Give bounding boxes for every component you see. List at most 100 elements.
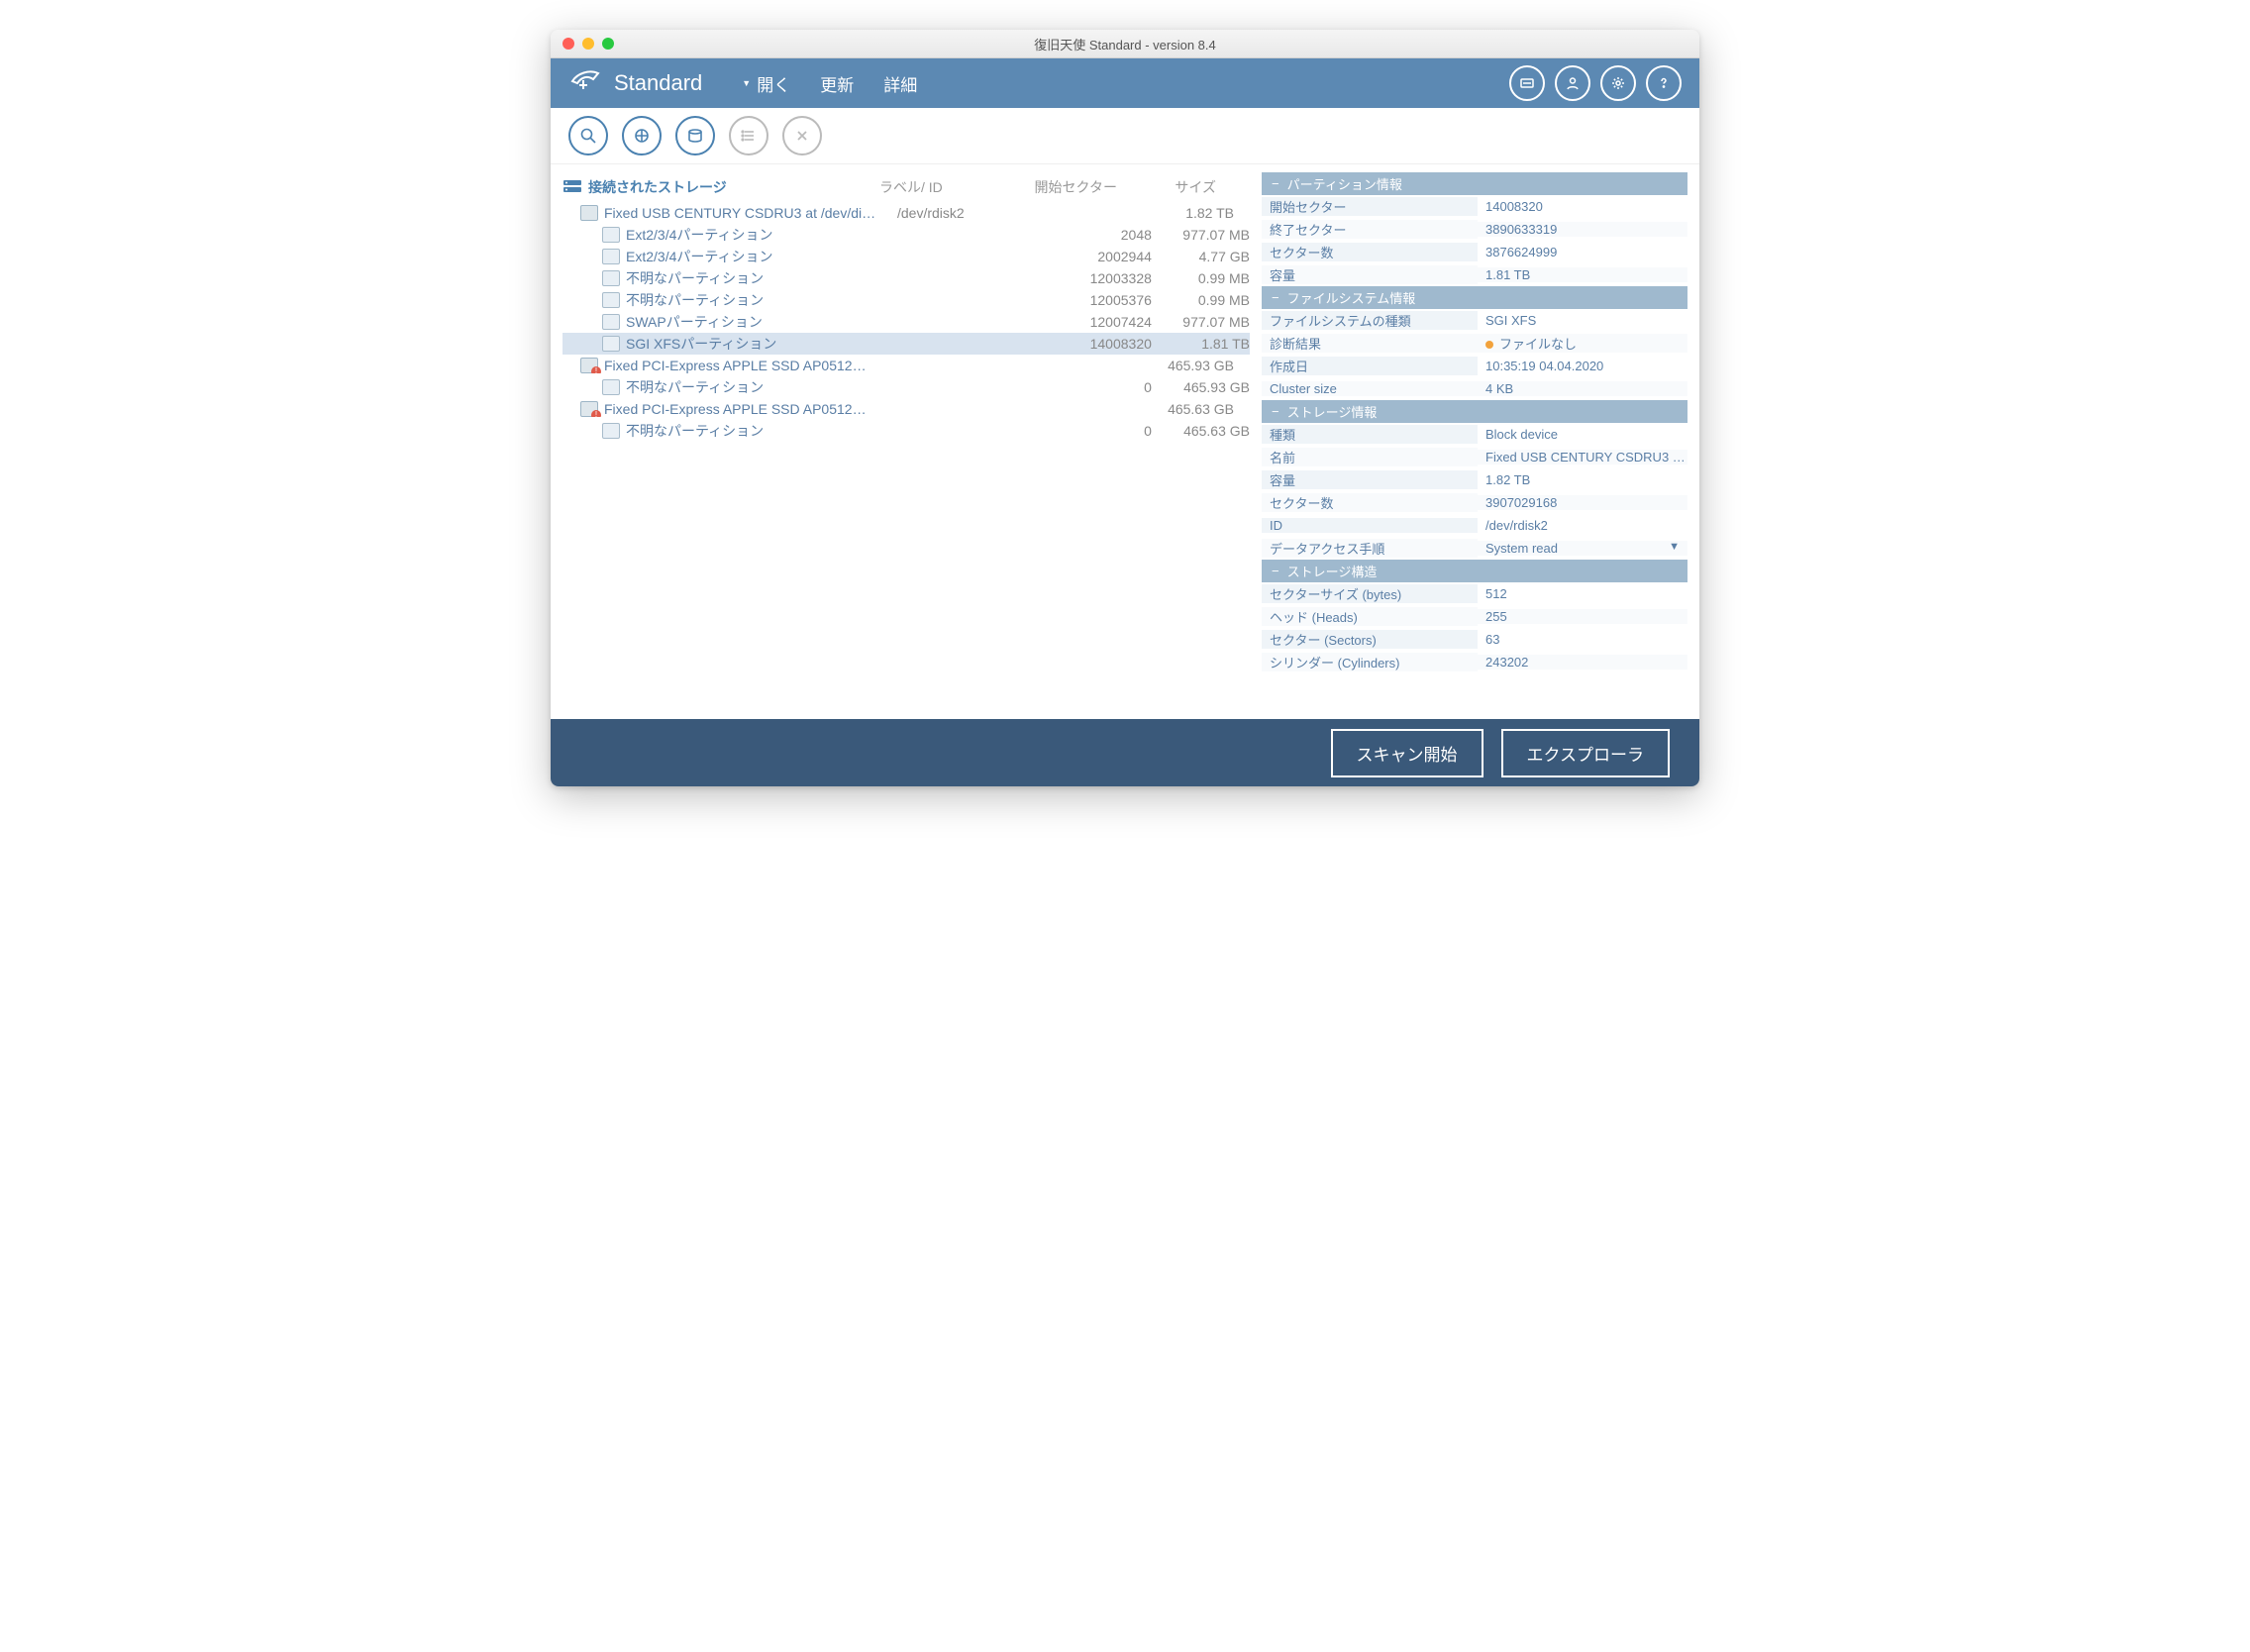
menu-detail-label: 詳細 bbox=[883, 71, 917, 96]
info-section-header[interactable]: −パーティション情報 bbox=[1262, 172, 1688, 195]
maximize-window-button[interactable] bbox=[602, 38, 614, 50]
partition-icon bbox=[602, 292, 620, 308]
row-size: 465.63 GB bbox=[1135, 401, 1234, 417]
partition-row[interactable]: SGI XFSパーティション140083201.81 TB bbox=[562, 333, 1250, 355]
help-button[interactable] bbox=[1646, 65, 1682, 101]
explorer-button[interactable]: エクスプローラ bbox=[1501, 729, 1671, 777]
traffic-lights bbox=[562, 38, 614, 50]
dropdown-icon: ▼ bbox=[742, 78, 751, 88]
disk-row[interactable]: Fixed USB CENTURY CSDRU3 at /dev/di… /dev… bbox=[562, 202, 1250, 224]
info-value: Block device bbox=[1478, 427, 1688, 442]
partition-icon bbox=[602, 379, 620, 395]
partition-icon bbox=[602, 227, 620, 243]
info-section-header[interactable]: −ストレージ構造 bbox=[1262, 560, 1688, 582]
list-tool-button[interactable] bbox=[729, 116, 768, 155]
row-size: 1.81 TB bbox=[1152, 336, 1250, 352]
row-start-sector: 2048 bbox=[1034, 227, 1152, 243]
menu-detail[interactable]: 詳細 bbox=[883, 71, 917, 96]
menu-open-label: 開く bbox=[757, 71, 790, 96]
info-value: 1.81 TB bbox=[1478, 267, 1688, 282]
partition-row[interactable]: 不明なパーティション120033280.99 MB bbox=[562, 267, 1250, 289]
storage-list: 接続されたストレージ ラベル/ ID 開始セクター サイズ Fixed USB … bbox=[551, 164, 1262, 719]
partition-row[interactable]: 不明なパーティション0465.93 GB bbox=[562, 376, 1250, 398]
row-label: /dev/rdisk2 bbox=[897, 205, 1016, 221]
disk-icon bbox=[580, 205, 598, 221]
row-name: Fixed PCI-Express APPLE SSD AP0512… bbox=[604, 358, 867, 373]
settings-button[interactable] bbox=[1600, 65, 1636, 101]
partition-row[interactable]: 不明なパーティション0465.63 GB bbox=[562, 420, 1250, 442]
row-name: SWAPパーティション bbox=[626, 312, 763, 332]
info-value: 512 bbox=[1478, 586, 1688, 601]
info-key: 診断結果 bbox=[1262, 334, 1478, 353]
close-window-button[interactable] bbox=[562, 38, 574, 50]
info-value: 14008320 bbox=[1478, 199, 1688, 214]
user-button[interactable] bbox=[1555, 65, 1590, 101]
row-size: 465.93 GB bbox=[1135, 358, 1234, 373]
info-value: 4 KB bbox=[1478, 381, 1688, 396]
info-key: セクターサイズ (bytes) bbox=[1262, 584, 1478, 603]
raid-tool-button[interactable] bbox=[622, 116, 662, 155]
close-tool-button[interactable] bbox=[782, 116, 822, 155]
row-size: 977.07 MB bbox=[1152, 314, 1250, 330]
info-row: 開始セクター14008320 bbox=[1262, 195, 1688, 218]
info-row: セクター数3907029168 bbox=[1262, 491, 1688, 514]
info-row: 作成日10:35:19 04.04.2020 bbox=[1262, 355, 1688, 377]
info-value: 1.82 TB bbox=[1478, 472, 1688, 487]
info-row: 名前Fixed USB CENTURY CSDRU3 at /dev/ bbox=[1262, 446, 1688, 468]
row-size: 4.77 GB bbox=[1152, 249, 1250, 264]
info-key: ID bbox=[1262, 518, 1478, 533]
info-row: セクターサイズ (bytes)512 bbox=[1262, 582, 1688, 605]
row-name: Fixed USB CENTURY CSDRU3 at /dev/di… bbox=[604, 205, 875, 221]
info-row: 終了セクター3890633319 bbox=[1262, 218, 1688, 241]
dropdown-icon: ▼ bbox=[1669, 541, 1680, 553]
scan-start-button[interactable]: スキャン開始 bbox=[1331, 729, 1483, 777]
collapse-icon: − bbox=[1272, 290, 1279, 305]
collapse-icon: − bbox=[1272, 176, 1279, 191]
row-start-sector: 14008320 bbox=[1034, 336, 1152, 352]
partition-row[interactable]: SWAPパーティション12007424977.07 MB bbox=[562, 311, 1250, 333]
main-area: 接続されたストレージ ラベル/ ID 開始セクター サイズ Fixed USB … bbox=[551, 164, 1699, 719]
info-key: ヘッド (Heads) bbox=[1262, 607, 1478, 626]
row-start-sector: 0 bbox=[1034, 379, 1152, 395]
info-row: 容量1.81 TB bbox=[1262, 263, 1688, 286]
row-name: Ext2/3/4パーティション bbox=[626, 247, 773, 266]
app-name: Standard bbox=[614, 70, 702, 96]
info-section-header[interactable]: −ストレージ情報 bbox=[1262, 400, 1688, 423]
disk-warning-icon bbox=[580, 401, 598, 417]
footer: スキャン開始 エクスプローラ bbox=[551, 719, 1699, 786]
info-row: ヘッド (Heads)255 bbox=[1262, 605, 1688, 628]
app-logo-icon bbox=[568, 66, 602, 100]
info-key: シリンダー (Cylinders) bbox=[1262, 653, 1478, 671]
menu-refresh[interactable]: 更新 bbox=[820, 71, 854, 96]
disk-warning-icon bbox=[580, 358, 598, 373]
info-key: 開始セクター bbox=[1262, 197, 1478, 216]
info-row[interactable]: データアクセス手順System read▼ bbox=[1262, 537, 1688, 560]
row-name: 不明なパーティション bbox=[626, 268, 764, 288]
row-size: 0.99 MB bbox=[1152, 292, 1250, 308]
license-button[interactable] bbox=[1509, 65, 1545, 101]
section-title: ストレージ情報 bbox=[1287, 402, 1378, 421]
row-size: 465.63 GB bbox=[1152, 423, 1250, 439]
info-row: ファイルシステムの種類SGI XFS bbox=[1262, 309, 1688, 332]
disk-row[interactable]: Fixed PCI-Express APPLE SSD AP0512…465.6… bbox=[562, 398, 1250, 420]
scan-tool-button[interactable] bbox=[568, 116, 608, 155]
info-key: セクター (Sectors) bbox=[1262, 630, 1478, 649]
row-start-sector: 12003328 bbox=[1034, 270, 1152, 286]
section-title: ファイルシステム情報 bbox=[1287, 288, 1416, 307]
menu-open[interactable]: ▼ 開く bbox=[742, 71, 790, 96]
info-key: セクター数 bbox=[1262, 493, 1478, 512]
partition-row[interactable]: 不明なパーティション120053760.99 MB bbox=[562, 289, 1250, 311]
col-start-header: 開始セクター bbox=[998, 177, 1117, 197]
partition-icon bbox=[602, 336, 620, 352]
partition-row[interactable]: Ext2/3/4パーティション20029444.77 GB bbox=[562, 246, 1250, 267]
partition-row[interactable]: Ext2/3/4パーティション2048977.07 MB bbox=[562, 224, 1250, 246]
image-tool-button[interactable] bbox=[675, 116, 715, 155]
info-key: 容量 bbox=[1262, 470, 1478, 489]
minimize-window-button[interactable] bbox=[582, 38, 594, 50]
info-section-header[interactable]: −ファイルシステム情報 bbox=[1262, 286, 1688, 309]
status-dot-icon bbox=[1485, 341, 1493, 349]
menu-refresh-label: 更新 bbox=[820, 71, 854, 96]
disk-row[interactable]: Fixed PCI-Express APPLE SSD AP0512… 465.9… bbox=[562, 355, 1250, 376]
partition-icon bbox=[602, 314, 620, 330]
toolbar bbox=[551, 108, 1699, 164]
